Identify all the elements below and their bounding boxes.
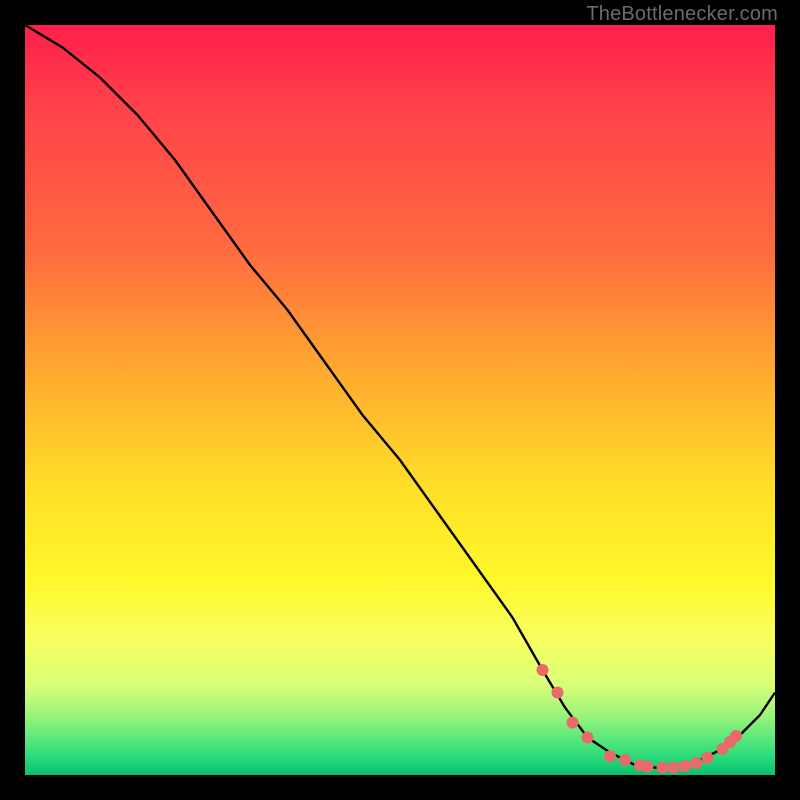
watermark-text: TheBottlenecker.com xyxy=(586,3,778,26)
data-marker xyxy=(642,761,654,773)
chart-plot-area xyxy=(25,25,775,775)
data-marker xyxy=(634,759,646,771)
marker-group xyxy=(537,664,743,774)
data-marker xyxy=(604,750,616,762)
data-marker xyxy=(552,687,564,699)
data-marker xyxy=(657,762,669,774)
data-marker xyxy=(668,762,680,774)
data-marker xyxy=(619,754,631,766)
data-marker xyxy=(730,730,742,742)
data-marker xyxy=(567,717,579,729)
data-marker xyxy=(537,664,549,676)
data-marker xyxy=(690,757,702,769)
chart-svg xyxy=(25,25,775,775)
chart-frame: TheBottlenecker.com xyxy=(0,0,800,800)
data-marker xyxy=(582,732,594,744)
data-marker xyxy=(717,743,729,755)
bottleneck-curve xyxy=(25,25,775,768)
data-marker xyxy=(702,752,714,764)
data-marker xyxy=(679,760,691,772)
data-marker xyxy=(724,736,736,748)
